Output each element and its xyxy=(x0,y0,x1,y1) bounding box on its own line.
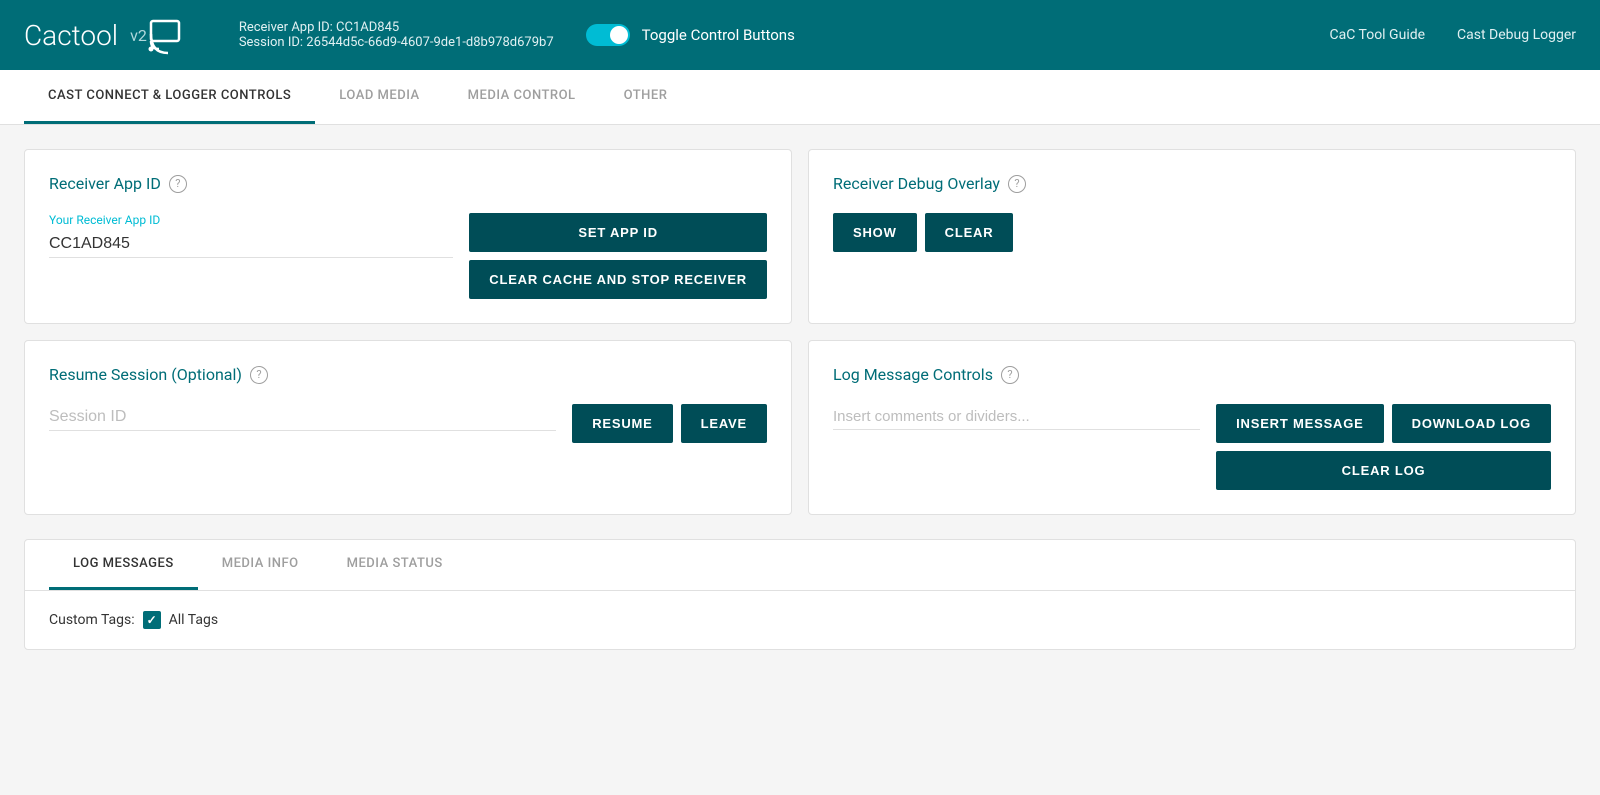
resume-session-body: RESUME LEAVE xyxy=(49,404,767,443)
resume-session-title: Resume Session (Optional) ? xyxy=(49,365,767,384)
tab-media-control[interactable]: MEDIA CONTROL xyxy=(444,70,600,124)
clear-cache-button[interactable]: CLEAR CACHE AND STOP RECEIVER xyxy=(469,260,767,299)
tab-load-media[interactable]: LOAD MEDIA xyxy=(315,70,443,124)
resume-session-card: Resume Session (Optional) ? RESUME LEAVE xyxy=(24,340,792,515)
receiver-debug-overlay-title: Receiver Debug Overlay ? xyxy=(833,174,1551,193)
app-version: v2 xyxy=(130,26,147,45)
custom-tags-row: Custom Tags: All Tags xyxy=(49,611,1551,629)
resume-button[interactable]: RESUME xyxy=(572,404,672,443)
app-header: Cactool v2 Receiver App ID: CC1AD845 Ses… xyxy=(0,0,1600,70)
receiver-app-id-body: Your Receiver App ID SET APP ID CLEAR CA… xyxy=(49,213,767,299)
all-tags-label: All Tags xyxy=(169,612,218,628)
header-nav: CaC Tool Guide Cast Debug Logger xyxy=(1330,27,1577,43)
tab-log-messages[interactable]: LOG MESSAGES xyxy=(49,540,198,590)
receiver-app-id-title: Receiver App ID ? xyxy=(49,174,767,193)
receiver-app-id-input[interactable] xyxy=(49,231,453,258)
show-overlay-button[interactable]: SHOW xyxy=(833,213,917,252)
log-message-controls-title: Log Message Controls ? xyxy=(833,365,1551,384)
toggle-label: Toggle Control Buttons xyxy=(642,26,795,44)
leave-button[interactable]: LEAVE xyxy=(681,404,767,443)
insert-message-button[interactable]: INSERT MESSAGE xyxy=(1216,404,1384,443)
clear-log-button[interactable]: CLEAR LOG xyxy=(1216,451,1551,490)
receiver-app-id-help-icon[interactable]: ? xyxy=(169,175,187,193)
bottom-tabs: LOG MESSAGES MEDIA INFO MEDIA STATUS xyxy=(25,540,1575,591)
receiver-app-id-info: Receiver App ID: CC1AD845 xyxy=(239,20,554,35)
toggle-area: Toggle Control Buttons xyxy=(586,24,1330,46)
set-app-id-button[interactable]: SET APP ID xyxy=(469,213,767,252)
log-message-controls-help-icon[interactable]: ? xyxy=(1001,366,1019,384)
resume-session-help-icon[interactable]: ? xyxy=(250,366,268,384)
toggle-knob xyxy=(610,26,628,44)
receiver-app-id-card: Receiver App ID ? Your Receiver App ID S… xyxy=(24,149,792,324)
log-message-input[interactable] xyxy=(833,404,1200,430)
session-id-input[interactable] xyxy=(49,404,556,431)
debug-overlay-buttons: SHOW CLEAR xyxy=(833,213,1551,252)
custom-tags-label: Custom Tags: xyxy=(49,612,135,628)
cast-icon xyxy=(147,13,191,57)
all-tags-checkbox[interactable] xyxy=(143,611,161,629)
cards-grid: Receiver App ID ? Your Receiver App ID S… xyxy=(24,149,1576,515)
receiver-app-id-input-area: Your Receiver App ID xyxy=(49,213,453,274)
receiver-app-id-buttons: SET APP ID CLEAR CACHE AND STOP RECEIVER xyxy=(469,213,767,299)
header-info: Receiver App ID: CC1AD845 Session ID: 26… xyxy=(239,20,554,50)
log-message-buttons: INSERT MESSAGE DOWNLOAD LOG CLEAR LOG xyxy=(1216,404,1551,490)
bottom-section: LOG MESSAGES MEDIA INFO MEDIA STATUS Cus… xyxy=(24,539,1576,650)
session-id-info: Session ID: 26544d5c-66d9-4607-9de1-d8b9… xyxy=(239,35,554,50)
resume-session-buttons: RESUME LEAVE xyxy=(572,404,767,443)
download-log-button[interactable]: DOWNLOAD LOG xyxy=(1392,404,1551,443)
main-content: Receiver App ID ? Your Receiver App ID S… xyxy=(0,125,1600,674)
bottom-content-area: Custom Tags: All Tags xyxy=(25,591,1575,649)
tab-media-info[interactable]: MEDIA INFO xyxy=(198,540,323,590)
tab-media-status[interactable]: MEDIA STATUS xyxy=(323,540,467,590)
app-name: Cactool xyxy=(24,19,118,52)
resume-session-input-area xyxy=(49,404,556,431)
nav-guide-link[interactable]: CaC Tool Guide xyxy=(1330,27,1426,43)
log-message-controls-body: INSERT MESSAGE DOWNLOAD LOG CLEAR LOG xyxy=(833,404,1551,490)
clear-overlay-button[interactable]: CLEAR xyxy=(925,213,1014,252)
nav-logger-link[interactable]: Cast Debug Logger xyxy=(1457,27,1576,43)
logo-area: Cactool v2 xyxy=(24,13,207,57)
log-message-controls-card: Log Message Controls ? INSERT MESSAGE DO… xyxy=(808,340,1576,515)
receiver-debug-overlay-card: Receiver Debug Overlay ? SHOW CLEAR xyxy=(808,149,1576,324)
receiver-debug-overlay-help-icon[interactable]: ? xyxy=(1008,175,1026,193)
receiver-app-id-input-label: Your Receiver App ID xyxy=(49,213,453,227)
tab-cast-connect[interactable]: CAST CONNECT & LOGGER CONTROLS xyxy=(24,70,315,124)
main-tabs: CAST CONNECT & LOGGER CONTROLS LOAD MEDI… xyxy=(0,70,1600,125)
toggle-control-buttons[interactable] xyxy=(586,24,630,46)
tab-other[interactable]: OTHER xyxy=(600,70,692,124)
